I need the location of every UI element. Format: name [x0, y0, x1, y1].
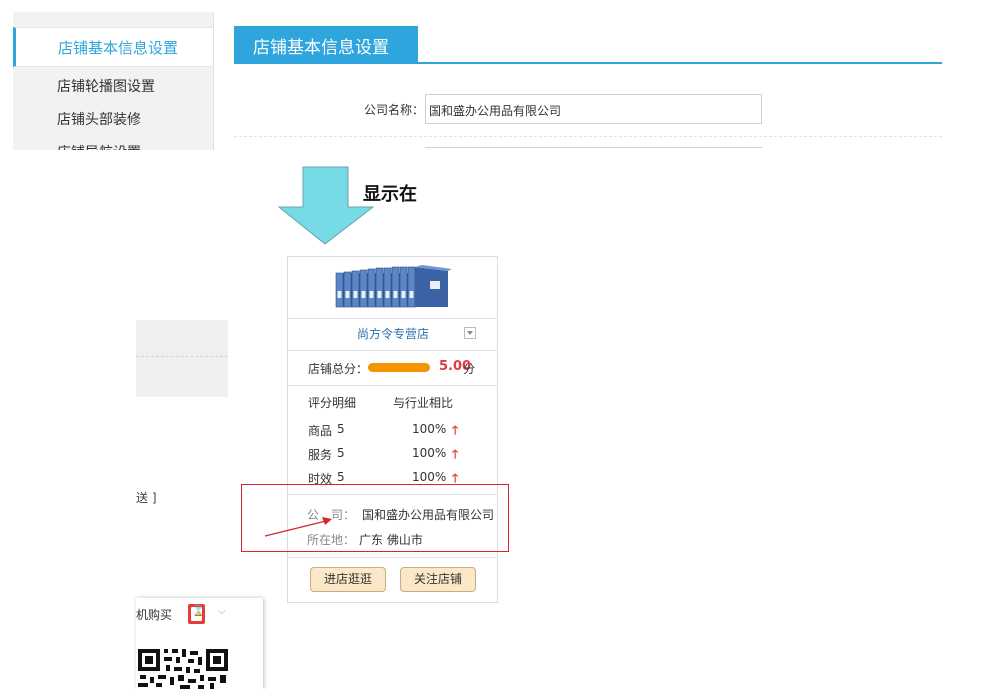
mobile-buy-label[interactable]: 机购买	[136, 606, 172, 623]
rating-name: 服务	[308, 448, 333, 462]
tab-underline	[234, 62, 942, 64]
form-divider	[234, 136, 942, 137]
company-name-field[interactable]: 国和盛办公用品有限公司	[425, 94, 762, 124]
rating-compare: 100%	[412, 422, 447, 436]
rating-name: 商品	[308, 424, 333, 438]
arrow-up-icon: 🡑	[452, 423, 459, 437]
total-score-label: 店铺总分：	[308, 362, 369, 376]
down-arrow-icon	[278, 166, 375, 245]
partial-divider	[136, 356, 228, 357]
rating-score: 5	[337, 470, 345, 484]
chevron-down-icon[interactable]: ⌵	[218, 606, 226, 617]
rating-score: 5	[337, 446, 345, 460]
card-divider	[288, 557, 497, 558]
rating-compare: 100%	[412, 470, 447, 484]
partial-grey-panel	[136, 320, 228, 397]
sidebar-item-nav-settings[interactable]: 店铺导航设置	[57, 142, 141, 150]
pointer-arrow-icon	[264, 517, 332, 537]
sidebar-item-carousel[interactable]: 店铺轮播图设置	[57, 76, 155, 96]
card-divider	[288, 385, 497, 386]
sidebar-item-basic-info[interactable]: 店铺基本信息设置	[13, 27, 213, 67]
shop-name-link[interactable]: 尚方令专营店	[357, 325, 429, 342]
next-field[interactable]	[425, 147, 762, 150]
sidebar-item-label: 店铺基本信息设置	[58, 39, 179, 57]
rating-compare: 100%	[412, 446, 447, 460]
score-unit: 分	[463, 362, 476, 376]
store-settings-panel: 店铺基本信息设置 店铺轮播图设置 店铺头部装修 店铺导航设置 店铺基本信息设置 …	[0, 0, 993, 150]
rating-score: 5	[337, 422, 345, 436]
store-logo-image	[335, 265, 452, 308]
arrow-up-icon: 🡑	[452, 447, 459, 461]
chevron-down-icon[interactable]	[464, 327, 476, 339]
follow-store-button[interactable]: 关注店铺	[400, 567, 476, 592]
qr-code	[136, 647, 232, 689]
company-name-label: 公司名称：	[364, 103, 425, 117]
tab-basic-info[interactable]: 店铺基本信息设置	[234, 26, 418, 63]
annotation-note: 显示在	[363, 184, 417, 205]
partial-text: 送 ]	[136, 491, 157, 505]
phone-icon[interactable]	[188, 604, 205, 624]
enter-store-button[interactable]: 进店逛逛	[310, 567, 386, 592]
card-divider	[288, 318, 497, 319]
industry-compare-label: 与行业相比	[393, 396, 454, 410]
sidebar-item-header-decoration[interactable]: 店铺头部装修	[57, 109, 141, 129]
card-divider	[288, 350, 497, 351]
score-bar	[368, 363, 430, 372]
rating-detail-label: 评分明细	[308, 396, 357, 410]
